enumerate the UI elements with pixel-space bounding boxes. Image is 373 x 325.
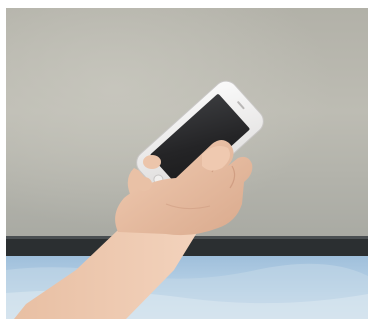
photo-scene bbox=[6, 8, 368, 319]
photo bbox=[6, 8, 368, 319]
